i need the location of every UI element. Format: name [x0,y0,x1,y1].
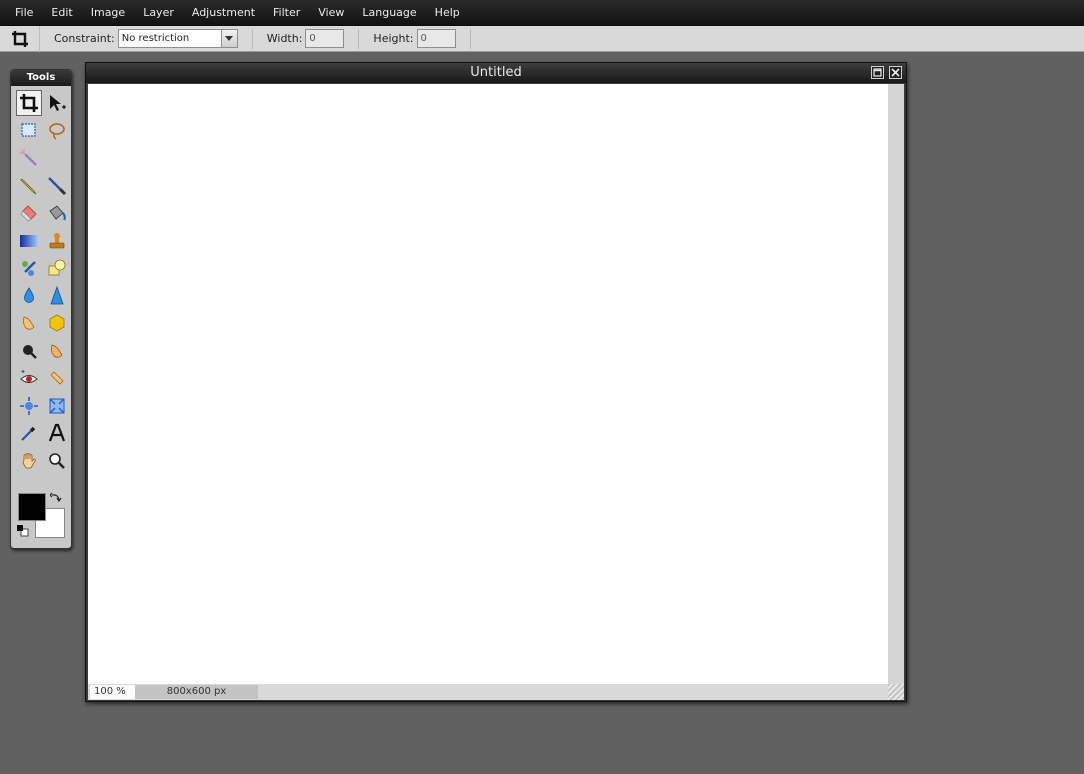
pinch-icon [49,398,65,413]
lasso-icon [49,122,65,140]
document-titlebar[interactable]: Untitled [86,63,906,83]
marquee-icon [21,122,36,137]
tool-burn[interactable] [44,338,70,364]
menu-help[interactable]: Help [426,0,469,26]
constraint-select[interactable]: No restriction [117,29,238,48]
tool-smudge[interactable] [16,310,42,336]
type-icon [48,423,66,442]
tool-pinch[interactable] [44,393,70,419]
swap-colors-icon[interactable] [50,492,62,504]
tool-lasso[interactable] [44,118,70,144]
tool-paint-bucket[interactable] [44,200,70,226]
width-input[interactable]: 0 [305,29,345,48]
height-input[interactable]: 0 [416,29,456,48]
tool-zoom[interactable] [44,448,70,474]
tool-blur[interactable] [16,283,42,309]
zoom-level-field[interactable]: 100 % [90,685,135,699]
image-size-readout: 800x600 px [135,685,258,699]
menu-adjustment[interactable]: Adjustment [183,0,264,26]
document-title: Untitled [470,65,522,80]
menubar: File Edit Image Layer Adjustment Filter … [0,0,1084,26]
image-canvas[interactable] [88,84,904,684]
tool-red-eye[interactable] [16,365,42,391]
tool-clone-stamp[interactable] [44,228,70,254]
width-label: Width: [266,32,303,45]
sponge-icon [49,314,65,332]
tool-hand[interactable] [16,448,42,474]
tool-shape[interactable] [44,255,70,281]
magic-wand-icon [20,149,37,166]
resize-grip-icon[interactable] [888,684,904,700]
blur-icon [24,286,34,303]
divider [358,28,360,49]
constraint-value: No restriction [121,33,190,44]
tools-panel-title[interactable]: Tools [11,70,71,86]
crop-icon [11,30,28,47]
smudge-icon [22,316,35,330]
tool-eraser[interactable] [16,200,42,226]
menu-language[interactable]: Language [353,0,425,26]
maximize-icon[interactable] [871,66,884,79]
tool-empty [44,145,70,171]
constraint-label: Constraint: [54,32,115,45]
reset-colors-icon[interactable] [17,525,29,537]
tool-marquee[interactable] [16,118,42,144]
menu-image[interactable]: Image [82,0,134,26]
bloat-icon [20,396,38,415]
crop-icon [20,94,38,112]
tool-pencil[interactable] [16,173,42,199]
shape-icon [48,259,66,276]
divider [251,28,253,49]
tool-grid [11,86,71,475]
sharpen-icon [50,285,64,304]
tool-dodge[interactable] [16,338,42,364]
tools-panel: Tools [10,69,72,549]
close-icon[interactable] [889,66,902,79]
clone-stamp-icon [49,232,65,248]
divider [469,28,471,49]
menu-edit[interactable]: Edit [42,0,81,26]
zoom-icon [49,452,65,469]
color-picker-icon [21,426,36,441]
tool-color-picker[interactable] [16,420,42,446]
document-window: Untitled 100 % 800x600 px [85,62,907,702]
height-label: Height: [373,32,414,45]
vertical-scrollbar[interactable] [888,84,904,684]
red-eye-icon [20,370,38,383]
tool-sponge[interactable] [44,310,70,336]
brush-icon [48,176,67,195]
foreground-color-swatch[interactable] [18,493,46,521]
spot-heal-icon [50,371,64,385]
tool-type[interactable] [44,420,70,446]
color-swatches [17,492,69,542]
menu-filter[interactable]: Filter [264,0,309,26]
tool-brush[interactable] [44,173,70,199]
color-replace-icon [22,261,36,276]
eraser-icon [20,205,37,222]
tool-sharpen[interactable] [44,283,70,309]
tool-gradient[interactable] [16,228,42,254]
paint-bucket-icon [49,205,66,221]
tool-bloat[interactable] [16,393,42,419]
chevron-down-icon[interactable] [220,30,237,47]
tool-crop[interactable] [16,90,42,116]
menu-layer[interactable]: Layer [134,0,183,26]
tool-color-replace[interactable] [16,255,42,281]
options-bar: Constraint: No restriction Width: 0 Heig… [0,25,1084,52]
menu-file[interactable]: File [6,0,42,26]
hand-icon [22,452,36,468]
document-statusbar: 100 % 800x600 px [88,684,904,700]
pencil-icon [20,177,37,194]
move-icon [50,95,66,111]
menu-view[interactable]: View [309,0,353,26]
burn-icon [50,344,63,358]
crop-tool-indicator [0,25,40,52]
tool-spot-heal[interactable] [44,365,70,391]
gradient-icon [20,234,38,247]
tool-magic-wand[interactable] [16,145,42,171]
tool-move[interactable] [44,90,70,116]
dodge-icon [23,344,37,359]
